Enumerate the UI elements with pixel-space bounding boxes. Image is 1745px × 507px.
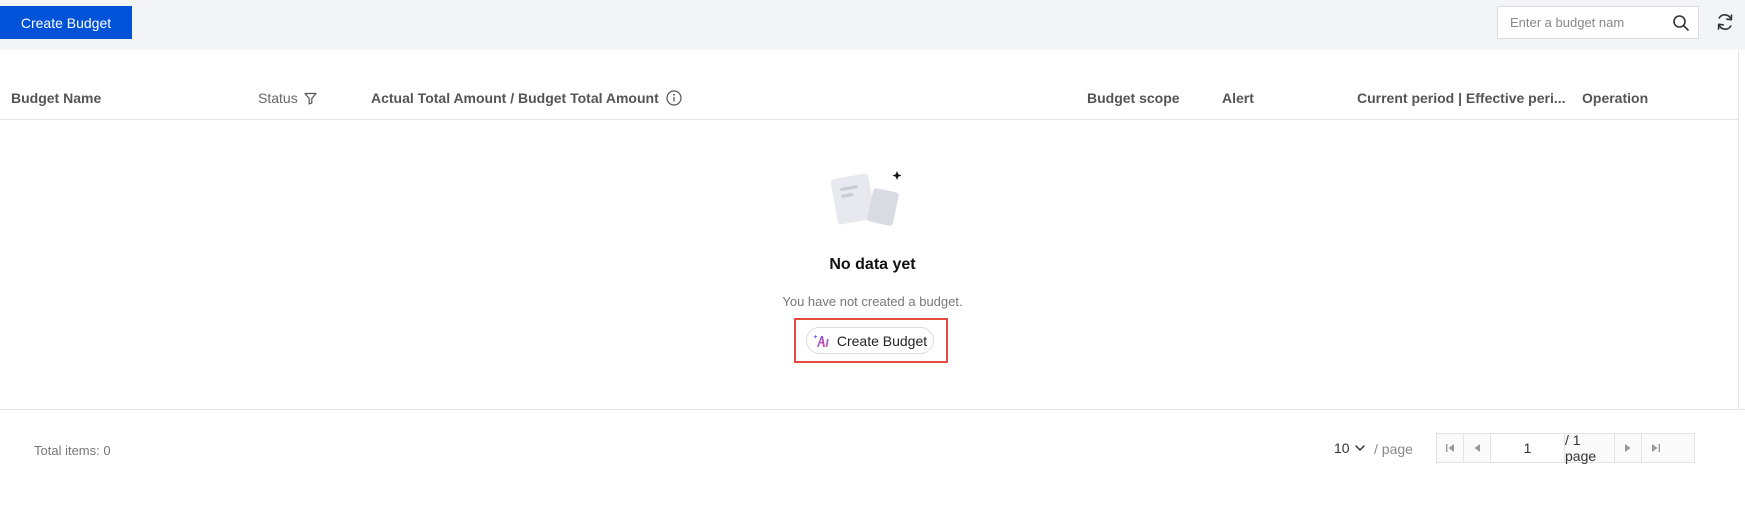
page-size-value: 10 <box>1334 440 1350 456</box>
empty-state-illustration <box>830 171 902 226</box>
empty-state-title: No data yet <box>829 256 916 273</box>
total-pages-label: / 1 page <box>1565 432 1615 464</box>
page-number-input[interactable] <box>1491 434 1565 462</box>
empty-state-description: You have not created a budget. <box>782 294 963 309</box>
table-header: Budget Name Status Actual Total Amount /… <box>0 80 1738 120</box>
next-page-icon <box>1625 444 1631 452</box>
chevron-down-icon <box>1354 445 1365 451</box>
top-toolbar: Create Budget <box>0 0 1745 50</box>
column-status-label: Status <box>258 90 298 106</box>
column-budget-scope: Budget scope <box>1087 90 1180 106</box>
first-page-button[interactable] <box>1437 434 1464 462</box>
column-amount-label: Actual Total Amount / Budget Total Amoun… <box>371 90 659 106</box>
column-status[interactable]: Status <box>258 90 317 106</box>
ai-sparkle-icon <box>813 334 829 347</box>
last-page-icon <box>1651 444 1660 452</box>
search-box <box>1497 6 1699 39</box>
last-page-button[interactable] <box>1642 434 1669 462</box>
column-alert: Alert <box>1222 90 1254 106</box>
filter-icon[interactable] <box>304 92 317 105</box>
prev-page-button[interactable] <box>1464 434 1491 462</box>
next-page-button[interactable] <box>1615 434 1642 462</box>
footer-divider <box>0 409 1745 410</box>
pagination: / 1 page <box>1436 432 1695 464</box>
column-operation: Operation <box>1582 90 1649 106</box>
column-current-period: Current period | Effective peri... <box>1357 90 1566 106</box>
first-page-icon <box>1446 444 1454 452</box>
search-icon[interactable] <box>1672 14 1690 32</box>
prev-page-icon <box>1474 444 1480 452</box>
info-icon[interactable] <box>666 90 682 106</box>
search-input[interactable] <box>1498 7 1658 38</box>
ai-create-budget-label: Create Budget <box>836 332 928 349</box>
create-budget-button[interactable]: Create Budget <box>0 6 132 39</box>
page-size-select[interactable]: 10 <box>1334 440 1366 456</box>
column-amount: Actual Total Amount / Budget Total Amoun… <box>371 90 682 106</box>
ai-create-budget-button[interactable]: Create Budget <box>806 327 934 354</box>
refresh-icon[interactable] <box>1715 12 1735 32</box>
total-items: Total items: 0 <box>34 443 111 458</box>
column-budget-name: Budget Name <box>11 90 102 106</box>
table-right-border <box>1738 50 1739 410</box>
per-page-label: / page <box>1374 441 1413 457</box>
